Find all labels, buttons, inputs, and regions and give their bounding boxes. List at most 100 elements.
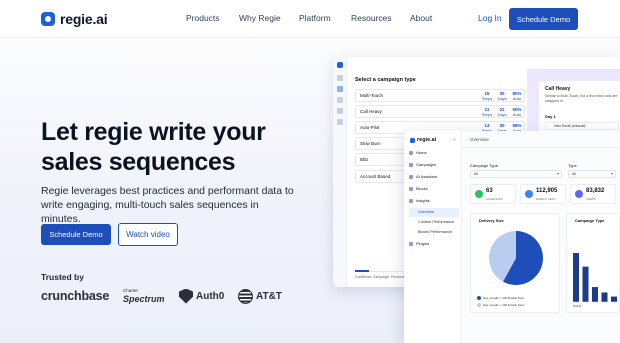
stat-value: 83,832 [586,188,605,194]
sidebar-item-plugins[interactable]: Plugins [409,239,459,248]
sidebar-item-content-performance[interactable]: Content Performance [409,218,459,227]
campaign-name: Call Heavy [360,109,382,114]
watch-video-button[interactable]: Watch video [118,223,178,246]
nav-platform[interactable]: Platform [299,13,331,23]
campaign-bar [601,292,608,302]
campaign-name: Slow Burn [360,141,381,146]
campaign-stat-label: Steps [481,96,493,101]
legend-label: Seq. emails > 100 Emails Sent [483,303,524,307]
nav-resources[interactable]: Resources [351,13,392,23]
campaign-stat: 80% Auto [510,91,524,101]
stat-value: 63 [486,188,493,194]
rail-logo-icon [337,62,343,68]
app-rail [333,57,347,287]
nav-products[interactable]: Products [186,13,220,23]
campaign-stat-label: Days [497,96,507,101]
ai-assistant-icon [409,174,413,179]
campaign-name: Account Based [360,174,391,179]
tab-guidelines[interactable]: Guidelines [355,275,372,279]
rail-blocks-icon[interactable] [337,108,343,114]
rail-insights-icon[interactable] [337,119,343,125]
campaign-bar [611,296,617,302]
stat-label: EMAILS SENT [536,197,556,201]
active-tab-indicator [355,270,369,272]
delivery-size-pie [489,231,543,285]
campaign-stat-label: Steps [481,112,493,117]
legend-swatch [477,296,481,300]
auth0-name: Auth0 [196,290,225,302]
campaign-bar [573,253,579,302]
campaign-row[interactable]: Multi-Touch 15 Steps 30 Days 80% Auto [355,89,525,102]
sidebar-item-home[interactable]: Home [409,148,459,157]
campaign-bar [582,266,589,302]
stat-card-emails-sent: 112,905 EMAILS SENT [520,184,566,204]
home-icon [409,150,413,155]
stat-card-cadences: 63 CADENCES [470,184,516,204]
att-name: AT&T [256,290,282,302]
top-navbar: regie.ai Products Why Regie Platform Res… [0,0,620,38]
sidebar-item-blocks[interactable]: Blocks [409,184,459,193]
trusted-by-label: Trusted by [41,272,84,282]
nav-why-regie[interactable]: Why Regie [239,13,281,23]
sidebar-item-blocks-performance[interactable]: Blocks Performance [409,228,459,237]
cadences-icon [475,190,483,198]
stat-value: 112,905 [536,188,558,194]
nav-schedule-demo-button[interactable]: Schedule Demo [509,8,578,30]
type-filter-select[interactable]: All [568,170,616,178]
page-title: Overview [470,137,489,142]
sidebar-item-label: Campaigns [416,162,437,167]
sidebar-item-insights[interactable]: Insights [409,196,459,205]
auth0-logo: Auth0 [179,287,224,305]
stat-card-views: 83,832 VIEWS [570,184,616,204]
crunchbase-logo: crunchbase [41,289,110,303]
regie-logo-icon [41,12,55,26]
campaign-type-bar-chart: COLD [571,253,619,308]
type-filter-label: Type [568,163,577,168]
views-icon [575,190,583,198]
rail-campaign-icon[interactable] [337,86,343,92]
sidebar-logo-icon [410,137,415,143]
campaign-name: Blitz [360,157,369,162]
rail-home-icon[interactable] [337,75,343,81]
sidebar-item-overview[interactable]: Overview [409,208,459,217]
login-link[interactable]: Log In [478,13,502,23]
campaign-stat: 11 Steps [480,107,494,117]
sidebar-item-label: Blocks [416,186,428,191]
campaign-stat: 30Days [495,91,509,101]
delivery-size-title: Delivery Size [479,218,504,223]
campaign-stat-label: Auto [512,112,522,117]
blocks-icon [409,186,413,191]
regie-logo[interactable]: regie.ai [41,10,108,28]
sidebar-item-ai-assistant[interactable]: AI Assistant [409,172,459,181]
att-logo: AT&T [238,287,282,305]
tab-persona[interactable]: Persona [391,275,404,279]
delivery-size-card: Delivery Size Seq. emails < 100 Emails S… [470,213,560,313]
campaign-stat: 50% Auto [510,107,524,117]
call-card-step[interactable]: Intro Email (manual) [545,122,619,130]
logo-text: regie.ai [60,11,108,27]
header-divider [462,147,620,148]
campaign-row[interactable]: Call Heavy 11 Steps 22 Days 50% Auto [355,105,525,118]
hero-schedule-demo-button[interactable]: Schedule Demo [41,224,111,245]
nav-about[interactable]: About [410,13,432,23]
sidebar-logo: regie.ai [410,137,436,143]
insights-overview-panel: regie.ai « Home Campaigns AI Assistant B… [404,131,620,343]
stat-label: VIEWS [586,197,596,201]
rail-ai-icon[interactable] [337,97,343,103]
campaign-type-heading: Select a campaign type [355,77,416,83]
plugins-icon [409,241,413,246]
collapse-sidebar-icon[interactable]: « [453,137,456,143]
insights-icon [409,198,413,203]
campaign-stat-label: Days [497,112,507,117]
tab-campaign[interactable]: Campaign [373,275,389,279]
campaign-bar [592,287,598,302]
legend-item: Seq. emails < 100 Emails Sent [477,296,524,300]
campaign-type-chart-title: Campaign Type [575,218,605,223]
campaign-name: Auto-Pilot [360,125,380,130]
att-globe-icon [238,288,253,304]
sidebar-item-campaigns[interactable]: Campaigns [409,160,459,169]
campaign-stat-label: Auto [512,96,522,101]
hero-title: Let regie write your sales sequences [41,118,266,176]
campaign-type-filter-select[interactable]: All [470,170,562,178]
sidebar-item-label: AI Assistant [416,174,437,179]
